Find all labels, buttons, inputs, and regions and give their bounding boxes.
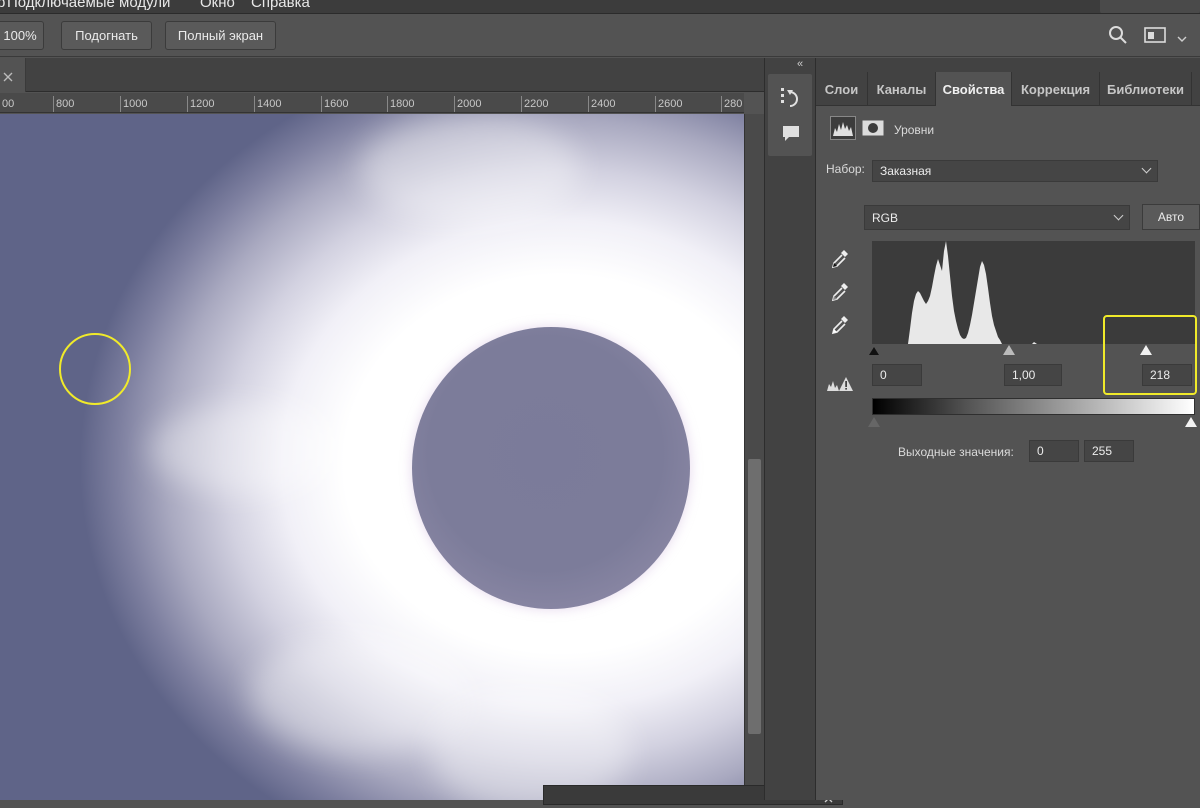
vertical-scrollbar[interactable] bbox=[744, 114, 764, 800]
input-gamma-slider[interactable] bbox=[1003, 345, 1015, 355]
eclipse-moon-image bbox=[412, 327, 690, 609]
workspace-icon[interactable] bbox=[1144, 27, 1166, 48]
output-black-field[interactable]: 0 bbox=[1029, 440, 1079, 462]
menu-item-help[interactable]: Справка bbox=[251, 0, 310, 11]
ruler-label: 800 bbox=[56, 98, 75, 110]
menu-item-plugins[interactable]: Подключаемые модули bbox=[7, 0, 170, 11]
preset-select[interactable]: Заказная bbox=[872, 160, 1158, 182]
window-controls[interactable] bbox=[1100, 0, 1200, 13]
preset-label: Набор: bbox=[826, 162, 865, 176]
tab-layers[interactable]: Слои bbox=[816, 72, 868, 106]
ruler-label: 280 bbox=[724, 98, 743, 110]
channel-value: RGB bbox=[872, 210, 899, 225]
fit-screen-button[interactable]: Подогнать bbox=[61, 21, 152, 50]
ruler-label: 2200 bbox=[524, 98, 549, 110]
menu-bar: р Подключаемые модули Окно Справка bbox=[0, 0, 1200, 14]
image-canvas[interactable] bbox=[0, 114, 744, 800]
panel-top-bar bbox=[816, 58, 1200, 72]
output-white-field[interactable]: 255 bbox=[1084, 440, 1134, 462]
chevron-down-icon bbox=[1141, 163, 1152, 174]
chevron-down-icon bbox=[1113, 210, 1124, 221]
output-gradient-bar bbox=[872, 398, 1195, 415]
options-bar: 100% Подогнать Полный экран bbox=[0, 15, 1200, 57]
collapse-icon[interactable]: « bbox=[797, 58, 803, 70]
channel-select[interactable]: RGB bbox=[864, 205, 1130, 230]
tab-adjustments[interactable]: Коррекция bbox=[1012, 72, 1100, 106]
output-white-slider[interactable] bbox=[1185, 417, 1197, 427]
panel-icon-strip: « bbox=[764, 58, 816, 800]
input-gamma-field[interactable]: 1,00 bbox=[1004, 364, 1062, 386]
ruler-label: 1600 bbox=[324, 98, 349, 110]
ruler-label: 2000 bbox=[457, 98, 482, 110]
close-icon[interactable] bbox=[3, 69, 13, 87]
clipping-warning-icon[interactable] bbox=[826, 376, 854, 397]
adjustment-title: Уровни bbox=[894, 123, 935, 137]
fullscreen-button[interactable]: Полный экран bbox=[165, 21, 276, 50]
eyedropper-white-icon[interactable] bbox=[830, 314, 850, 341]
ruler-label: 2400 bbox=[591, 98, 616, 110]
ruler-label: 1400 bbox=[257, 98, 282, 110]
icon-group bbox=[768, 74, 812, 156]
ruler-label: 1000 bbox=[123, 98, 148, 110]
highlight-annotation bbox=[1103, 315, 1197, 395]
mask-icon[interactable] bbox=[862, 120, 884, 141]
tab-channels[interactable]: Каналы bbox=[868, 72, 936, 106]
history-icon[interactable] bbox=[780, 86, 802, 113]
comment-icon[interactable] bbox=[781, 124, 801, 149]
brush-cursor bbox=[59, 333, 131, 405]
properties-panel: Слои Каналы Свойства Коррекция Библиотек… bbox=[816, 58, 1200, 800]
ruler-label: 1800 bbox=[390, 98, 415, 110]
chevron-down-icon[interactable] bbox=[1177, 30, 1187, 48]
tab-properties[interactable]: Свойства bbox=[936, 72, 1012, 106]
menu-item-window[interactable]: Окно bbox=[200, 0, 235, 11]
document-tab[interactable] bbox=[0, 58, 26, 92]
eyedropper-gray-icon[interactable] bbox=[830, 281, 850, 308]
eyedropper-black-icon[interactable] bbox=[830, 248, 850, 275]
auto-button[interactable]: Авто bbox=[1142, 204, 1200, 230]
scrollbar-thumb[interactable] bbox=[748, 459, 761, 734]
output-black-slider[interactable] bbox=[868, 417, 880, 427]
ruler-label: 1200 bbox=[190, 98, 215, 110]
horizontal-ruler: 00 800 1000 1200 1400 1600 1800 2000 220… bbox=[0, 93, 744, 113]
ruler-label: 00 bbox=[2, 98, 15, 110]
tab-libraries[interactable]: Библиотеки bbox=[1100, 72, 1192, 106]
search-icon[interactable] bbox=[1108, 25, 1128, 50]
input-black-field[interactable]: 0 bbox=[872, 364, 922, 386]
input-black-slider-fill bbox=[869, 347, 879, 355]
preset-value: Заказная bbox=[880, 164, 932, 178]
panel-tabs: Слои Каналы Свойства Коррекция Библиотек… bbox=[816, 72, 1200, 106]
histogram-icon[interactable] bbox=[830, 116, 856, 145]
menu-item-partial[interactable]: р bbox=[0, 0, 5, 11]
document-tab-bar bbox=[0, 58, 764, 92]
ruler-label: 2600 bbox=[658, 98, 683, 110]
zoom-100-button[interactable]: 100% bbox=[0, 21, 44, 50]
output-label: Выходные значения: bbox=[898, 445, 1014, 459]
